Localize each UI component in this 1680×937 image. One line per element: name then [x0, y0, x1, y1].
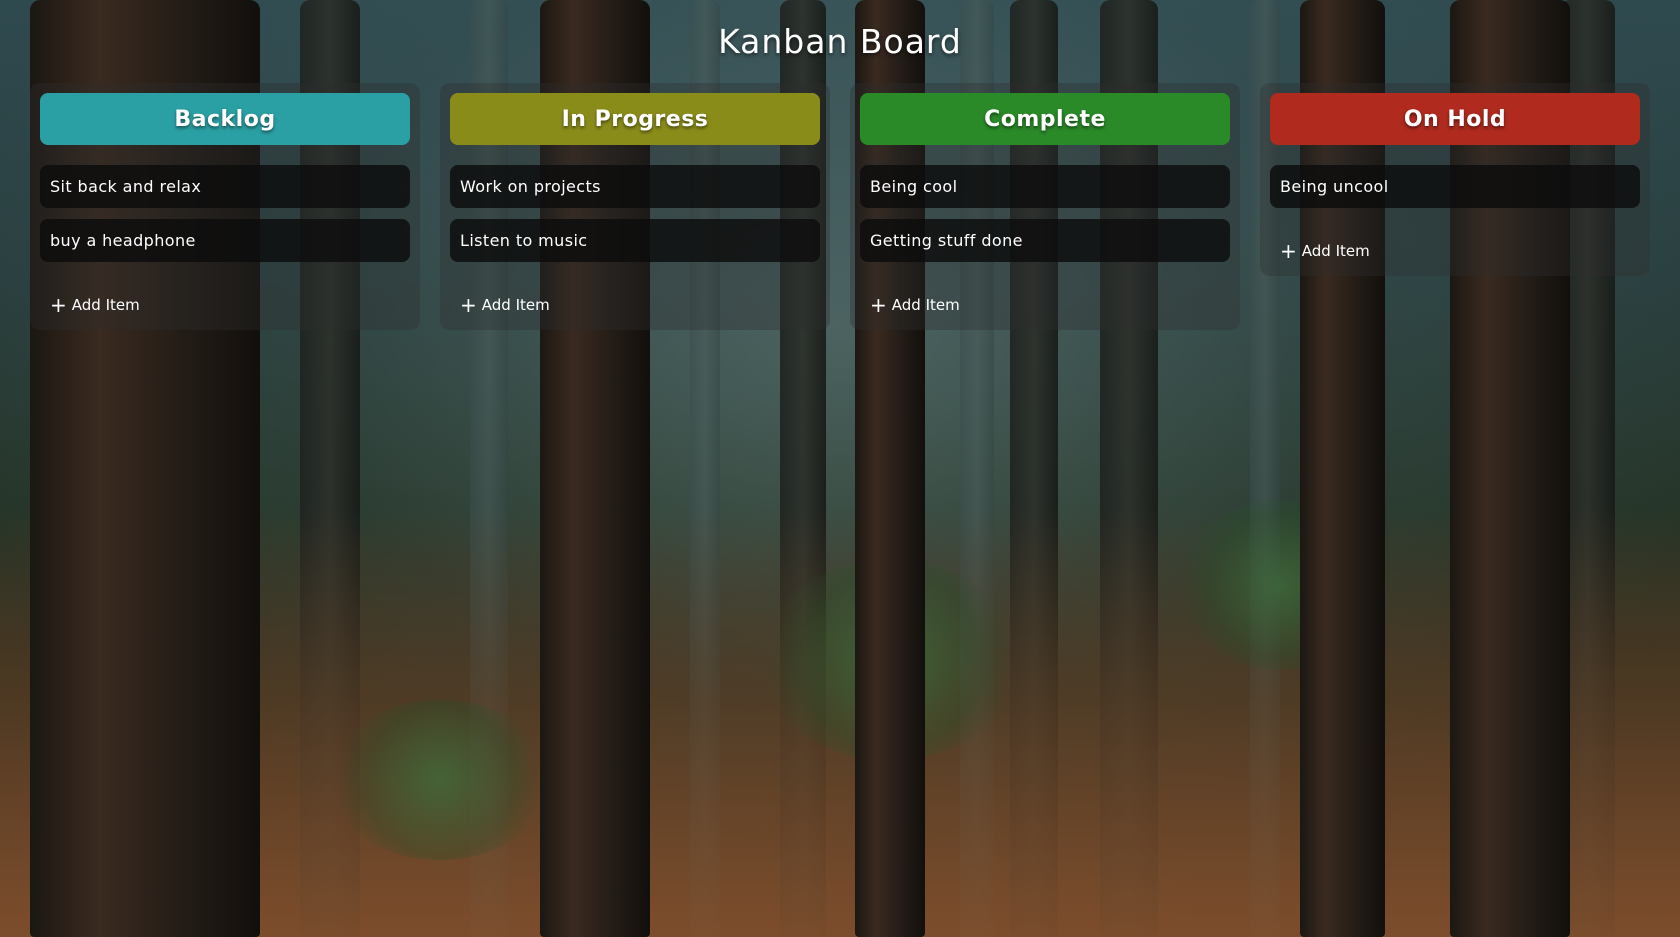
column-title: In Progress: [561, 106, 709, 132]
item-list: Being uncool: [1270, 145, 1640, 208]
plus-icon: +: [50, 293, 67, 317]
list-item[interactable]: Listen to music: [450, 219, 820, 262]
list-item[interactable]: Being uncool: [1270, 165, 1640, 208]
list-item[interactable]: Sit back and relax: [40, 165, 410, 208]
list-item[interactable]: Getting stuff done: [860, 219, 1230, 262]
item-text: Being uncool: [1280, 177, 1389, 196]
bush: [330, 700, 550, 860]
add-item-button[interactable]: + Add Item: [870, 295, 960, 315]
column-on-hold: On Hold Being uncool + Add Item: [1260, 83, 1650, 276]
item-text: Being cool: [870, 177, 958, 196]
add-item-label: Add Item: [891, 296, 960, 314]
plus-icon: +: [870, 293, 887, 317]
add-item-label: Add Item: [481, 296, 550, 314]
item-list: Work on projects Listen to music: [450, 145, 820, 262]
column-header-on-hold: On Hold: [1270, 93, 1640, 145]
kanban-board: Kanban Board Backlog Sit back and relax …: [0, 0, 1680, 330]
column-container: Backlog Sit back and relax buy a headpho…: [0, 64, 1680, 330]
item-list: Sit back and relax buy a headphone: [40, 145, 410, 262]
add-item-button[interactable]: + Add Item: [1280, 241, 1370, 261]
column-header-in-progress: In Progress: [450, 93, 820, 145]
column-header-backlog: Backlog: [40, 93, 410, 145]
plus-icon: +: [460, 293, 477, 317]
page-title: Kanban Board: [718, 22, 962, 61]
item-text: Getting stuff done: [870, 231, 1023, 250]
column-header-complete: Complete: [860, 93, 1230, 145]
list-item[interactable]: buy a headphone: [40, 219, 410, 262]
column-title: On Hold: [1403, 106, 1507, 132]
item-text: buy a headphone: [50, 231, 196, 250]
add-item-button[interactable]: + Add Item: [50, 295, 140, 315]
column-backlog: Backlog Sit back and relax buy a headpho…: [30, 83, 420, 330]
list-item[interactable]: Work on projects: [450, 165, 820, 208]
item-text: Listen to music: [460, 231, 588, 250]
add-item-label: Add Item: [1301, 242, 1370, 260]
column-title: Backlog: [174, 106, 276, 132]
column-complete: Complete Being cool Getting stuff done +…: [850, 83, 1240, 330]
item-text: Sit back and relax: [50, 177, 202, 196]
column-title: Complete: [984, 106, 1106, 132]
add-item-button[interactable]: + Add Item: [460, 295, 550, 315]
column-in-progress: In Progress Work on projects Listen to m…: [440, 83, 830, 330]
item-text: Work on projects: [460, 177, 601, 196]
add-item-label: Add Item: [71, 296, 140, 314]
plus-icon: +: [1280, 239, 1297, 263]
list-item[interactable]: Being cool: [860, 165, 1230, 208]
item-list: Being cool Getting stuff done: [860, 145, 1230, 262]
